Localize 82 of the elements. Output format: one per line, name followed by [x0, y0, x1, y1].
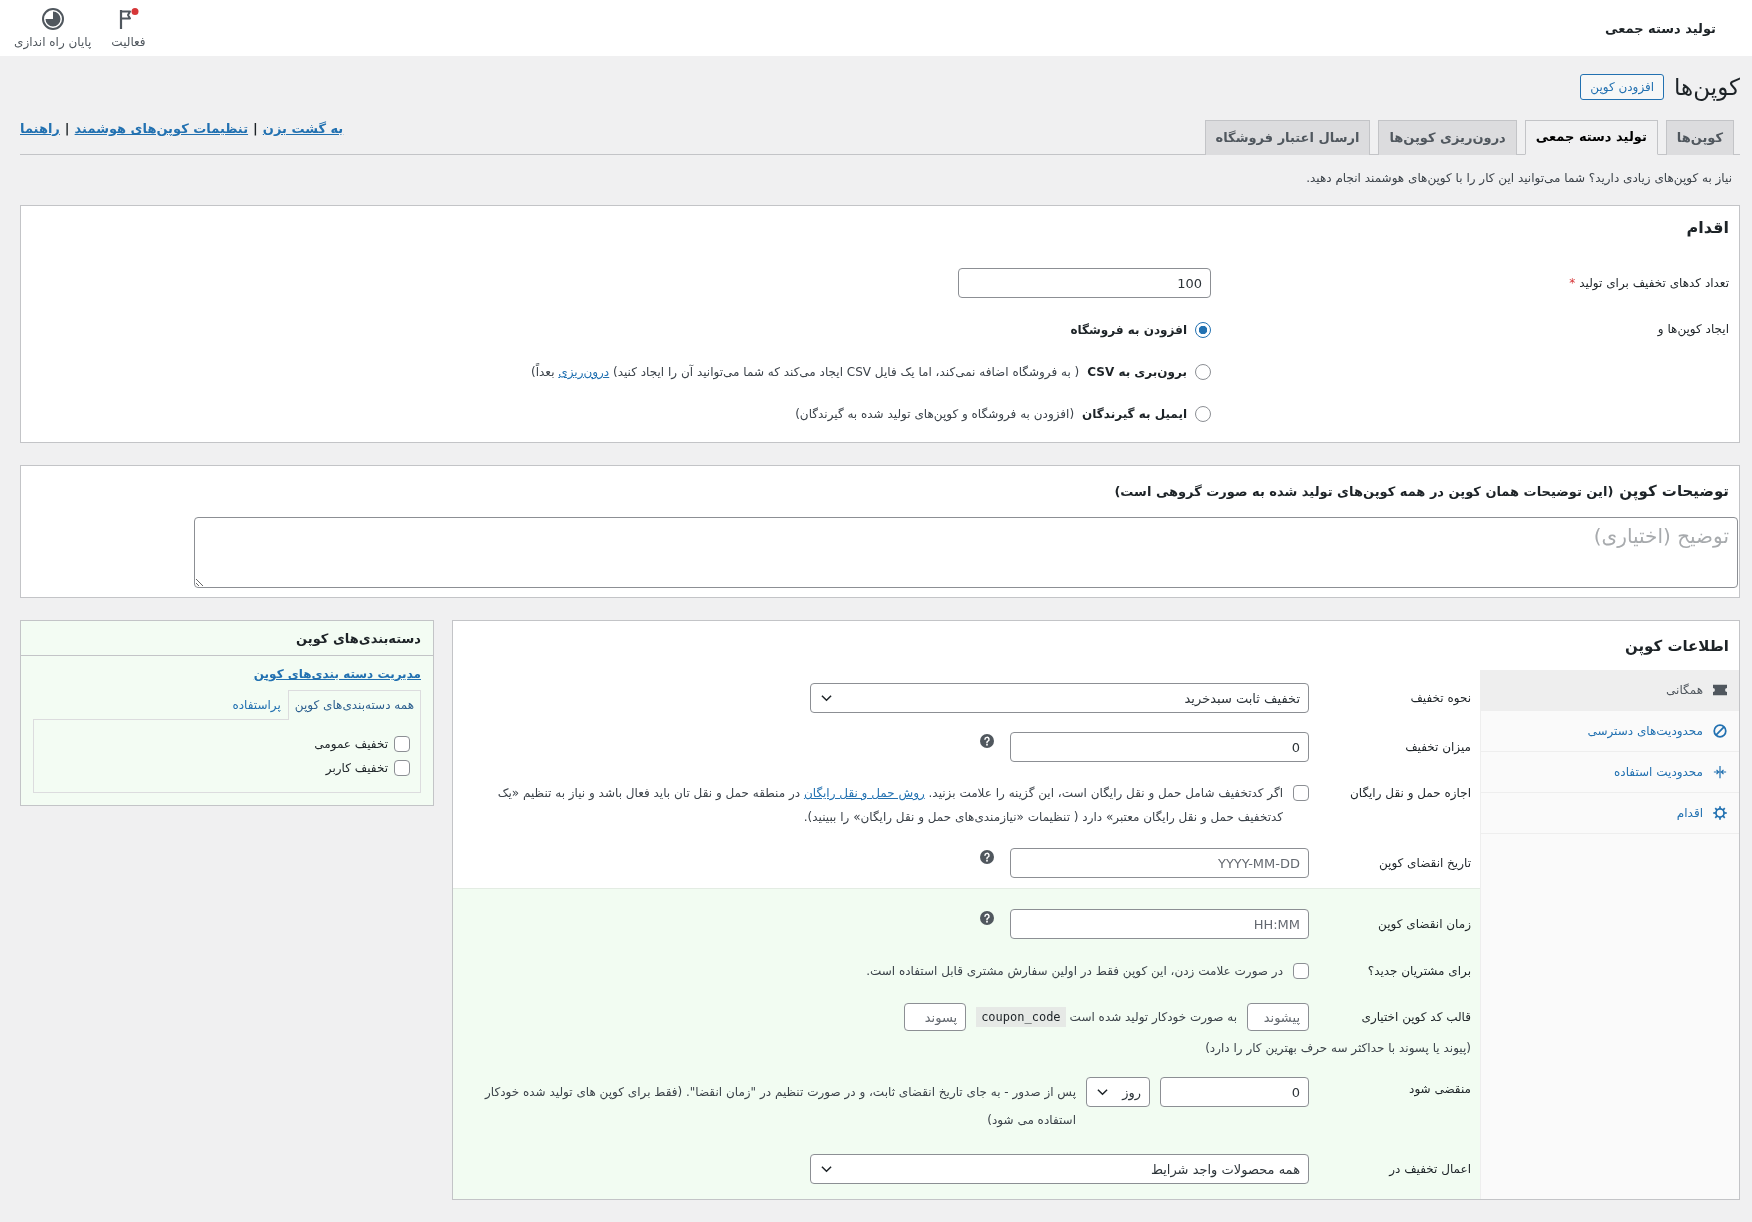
panel-title: اطلاعات کوپن: [1623, 635, 1730, 658]
radio-label: ایمیل به گیرندگان: [1082, 407, 1187, 421]
manage-categories-link[interactable]: مدیریت دسته بندی‌های کوپن: [253, 667, 421, 681]
format-text: به صورت خودکار تولید شده است: [1069, 1010, 1237, 1024]
text-input[interactable]: 0: [1010, 732, 1309, 762]
required-mark: *: [1569, 276, 1576, 290]
add-coupon-button[interactable]: افزودن کوپن: [1580, 74, 1665, 100]
tab[interactable]: تولید دسته جمعی: [1524, 120, 1658, 155]
field-label: میزان تخفیف: [1404, 739, 1471, 756]
tab[interactable]: درون‌ریزی کوپن‌ها: [1378, 120, 1517, 155]
page-heading: کوپن‌ها: [1674, 73, 1740, 103]
radio-label: افزودن به فروشگاه: [1070, 323, 1187, 337]
checkbox-label: تخفیف کاربر: [325, 761, 388, 775]
tab[interactable]: کوپن‌ها: [1665, 120, 1734, 155]
checkbox[interactable]: [394, 736, 410, 752]
text-input[interactable]: YYYY-MM-DD: [1010, 848, 1309, 878]
field-label: قالب کد کوپن اختیاری: [1360, 1009, 1471, 1027]
number-input[interactable]: 0: [1160, 1077, 1309, 1107]
panel-title: دسته‌بندی‌های کوپن: [21, 621, 433, 656]
text-input[interactable]: HH:MM: [1010, 909, 1309, 939]
option-note: (افزودن به فروشگاه و کوپن‌های تولید شده به گیرندگان): [795, 406, 1075, 424]
expiry-description: پس از صدور - به جای تاریخ انقضای ثابت، و در صورت تنظیم در "زمان انقضا". (فقط برای کوپن های تولید شده خودکار استفاده می شود): [483, 1084, 1076, 1129]
category-tab[interactable]: پراستفاده: [225, 690, 288, 720]
coupon-data-tab[interactable]: همگانی: [1481, 670, 1739, 711]
panel-title: اقدام: [1685, 217, 1730, 238]
category-tab[interactable]: همه دسته‌بندی‌های کوپن: [287, 690, 421, 720]
field-label: اعمال تخفیف در: [1387, 1161, 1471, 1178]
checkbox[interactable]: [1293, 963, 1309, 979]
field-label: تاریخ انقضای کوپن: [1377, 855, 1471, 873]
arrows-in-icon: [1713, 765, 1727, 779]
help-icon[interactable]: [980, 911, 994, 925]
toolbar-button[interactable]: پایان راه اندازی: [6, 5, 100, 51]
radio-button[interactable]: [1195, 406, 1211, 422]
unit-select[interactable]: روز: [1086, 1077, 1150, 1107]
inline-link[interactable]: درون‌ریزی: [558, 365, 610, 379]
panel-hint: (این توضیحات همان کوپن در همه کوپن‌های تولید شده به صورت گروهی است): [1114, 484, 1614, 499]
field-hint: (پیوند یا پسوند با حداکثر سه حرف بهترین کار را دارد): [1204, 1040, 1471, 1057]
code-sample: coupon_code: [976, 1007, 1066, 1027]
select-field[interactable]: همه محصولات واجد شرایط: [810, 1154, 1309, 1184]
field-label: اجازه حمل و نقل رایگان: [1348, 785, 1471, 802]
ban-icon: [1713, 724, 1727, 738]
notice-text: نیاز به کوپن‌های زیادی دارید؟ شما می‌توانید این کار را با کوپن‌های هوشمند انجام دهید.: [1305, 170, 1732, 187]
description-field[interactable]: توضیح (اختیاری): [194, 517, 1738, 588]
coupon-data-tab[interactable]: محدودیت استفاده: [1481, 752, 1739, 793]
gear-icon: [1713, 806, 1727, 820]
field-label: نحوه تخفیف: [1409, 690, 1471, 707]
count-input[interactable]: 100: [958, 268, 1211, 298]
caret-icon: [1097, 1088, 1108, 1096]
radio-label: برون‌بری به CSV: [1087, 365, 1187, 379]
panel-title: توضیحات کوپن: [1619, 482, 1729, 500]
option-note: ( به فروشگاه اضافه نمی‌کند، اما یک فایل CSV ایجاد می‌کند که شما می‌توانید آن را ایجاد کنید) درون‌ریزی بعداً): [531, 362, 1080, 382]
checkbox-description: اگر کدتخفیف شامل حمل و نقل رایگان است، این گزینه را علامت بزنید. روش حمل و نقل رایگان در منطقه حمل و نقل تان باید فعال باشد و نیاز به تنظیم «یک کدتخفیف حمل و نقل رایگان معتبر» دارد ( تنظیمات «نیازمندی‌های حمل و نقل رایگان» را ببینید).: [496, 785, 1283, 827]
checkbox[interactable]: [1293, 785, 1309, 801]
page-title: تولید دسته جمعی: [1605, 20, 1716, 36]
checkbox-description: در صورت علامت زدن، این کوپن فقط در اولین سفارش مشتری قابل استفاده است.: [866, 963, 1283, 981]
inline-link[interactable]: روش حمل و نقل رایگان: [803, 786, 925, 800]
header-link[interactable]: به گشت بزن: [262, 121, 344, 136]
field-label: تعداد کدهای تخفیف برای تولید: [1579, 276, 1729, 290]
radio-button[interactable]: [1195, 322, 1211, 338]
select-field[interactable]: تخفیف ثابت سبدخرید: [810, 683, 1309, 713]
checkbox[interactable]: [394, 760, 410, 776]
tab[interactable]: ارسال اعتبار فروشگاه: [1204, 120, 1371, 155]
field-label: منقضی شود: [1408, 1081, 1471, 1099]
prefix-input[interactable]: پیشوند: [1247, 1003, 1309, 1031]
link-separator: |: [64, 121, 70, 136]
field-label: زمان انقضای کوپن: [1377, 916, 1471, 934]
caret-icon: [821, 1165, 832, 1173]
help-icon[interactable]: [980, 850, 994, 864]
toolbar-button[interactable]: فعالیت: [103, 5, 154, 51]
coupon-data-tab[interactable]: محدودیت‌های دسترسی: [1481, 711, 1739, 752]
ticket-icon: [1713, 683, 1727, 697]
header-link[interactable]: راهنما: [20, 121, 60, 136]
radio-button[interactable]: [1195, 364, 1211, 380]
checkbox-label: تخفیف عمومی: [314, 737, 388, 751]
caret-icon: [821, 694, 832, 702]
link-separator: |: [253, 121, 258, 136]
suffix-input[interactable]: پسوند: [904, 1003, 967, 1031]
help-icon[interactable]: [980, 734, 994, 748]
coupon-data-tab[interactable]: اقدام: [1481, 793, 1739, 834]
field-label: برای مشتریان جدید؟: [1366, 963, 1471, 980]
header-link[interactable]: تنظیمات کوپن‌های هوشمند: [74, 121, 249, 136]
field-label: ایجاد کوپن‌ها و: [1657, 322, 1729, 336]
